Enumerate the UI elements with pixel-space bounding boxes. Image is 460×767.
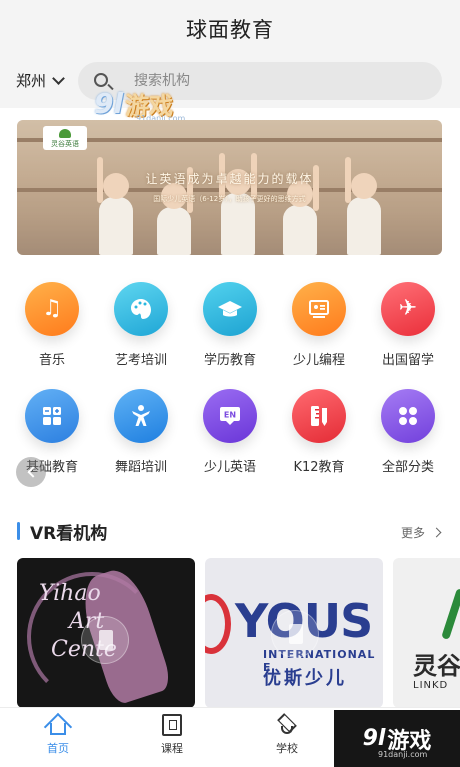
vr-card[interactable]: 灵谷 LINKD	[393, 558, 460, 708]
card-brand-cn: 优斯少儿	[263, 668, 347, 689]
home-icon	[43, 712, 73, 742]
category-circle	[114, 282, 168, 336]
presentation-icon	[309, 300, 329, 318]
vr-play-icon[interactable]	[81, 616, 129, 664]
category-dance[interactable]: 舞蹈培训	[101, 389, 181, 475]
tab-label: 首页	[47, 742, 69, 755]
category-label: K12教育	[293, 460, 345, 475]
category-circle	[114, 389, 168, 443]
category-kids-english[interactable]: EN 少儿英语	[190, 389, 270, 475]
watermark-logo-mark: 9l	[94, 87, 124, 120]
tab-courses[interactable]: 课程	[142, 714, 202, 756]
category-circle	[203, 282, 257, 336]
page-title: 球面教育	[186, 18, 274, 42]
category-circle	[292, 389, 346, 443]
category-circle	[292, 282, 346, 336]
school-cap-icon	[274, 713, 300, 736]
vr-card[interactable]: YOUS INTERNATIONAL E 优斯少儿	[205, 558, 383, 708]
category-kids-coding[interactable]: 少儿编程	[279, 282, 359, 368]
banner-headline: 让英语成为卓越能力的载体	[145, 172, 314, 186]
search-row: 郑州	[0, 58, 460, 108]
category-circle	[381, 389, 435, 443]
palette-icon	[131, 299, 151, 319]
category-academic[interactable]: 学历教育	[190, 282, 270, 368]
category-all[interactable]: 全部分类	[368, 389, 448, 475]
svg-text:EN: EN	[224, 411, 236, 420]
search-icon	[94, 73, 108, 87]
card-ring-graphic	[205, 594, 231, 654]
book-icon	[162, 714, 182, 736]
app-header: 球面教育	[0, 0, 460, 58]
airplane-icon: ✈	[398, 296, 418, 321]
section-title: VR看机构	[30, 524, 108, 544]
tab-label: 课程	[161, 742, 183, 755]
card-brand-line: Yihao	[39, 581, 101, 606]
chevron-right-icon	[431, 527, 442, 538]
card-brand-en: LINKD	[413, 680, 449, 691]
category-label: 出国留学	[381, 353, 434, 368]
category-label: 少儿英语	[203, 460, 256, 475]
category-label: 全部分类	[381, 460, 434, 475]
scroll-left-button[interactable]	[16, 457, 46, 487]
graduation-cap-icon	[218, 301, 242, 317]
category-label: 艺考培训	[114, 353, 167, 368]
category-circle	[25, 389, 79, 443]
promo-banner[interactable]: 灵谷英语 让英语成为卓越能力的载体 国际少儿英语（6-12岁），助孩子更好的思维…	[17, 120, 442, 255]
category-label: 学历教育	[203, 353, 256, 368]
en-book-icon: EN	[220, 407, 240, 425]
vr-play-icon[interactable]	[271, 610, 319, 658]
tab-home[interactable]: 首页	[28, 712, 88, 756]
category-label: 音乐	[38, 353, 65, 368]
ruler-pencil-icon	[311, 406, 327, 426]
watermark-logo-mark: 9l	[362, 726, 386, 751]
chevron-left-icon	[26, 466, 39, 478]
watermark-logo-bottom: 9l 游戏 91danji.com	[334, 710, 460, 767]
more-link[interactable]: 更多	[400, 524, 442, 541]
card-brand-cn: 灵谷	[413, 652, 460, 680]
category-label: 舞蹈培训	[114, 460, 167, 475]
section-accent-bar	[17, 522, 20, 540]
category-k12[interactable]: K12教育	[279, 389, 359, 475]
category-art-exam[interactable]: 艺考培训	[101, 282, 181, 368]
watermark-logo-top: 9l 游戏 91danji.com	[94, 86, 185, 123]
watermark-url: 91danji.com	[378, 750, 428, 759]
category-study-abroad[interactable]: ✈ 出国留学	[368, 282, 448, 368]
chevron-down-icon	[52, 72, 65, 85]
banner-subline: 国际少儿英语（6-12岁），助孩子更好的思维方式	[153, 195, 306, 203]
more-label: 更多	[400, 526, 425, 540]
dancer-icon	[132, 405, 150, 426]
vr-card-list: Yihao Art Cente YOUS INTERNATIONAL E 优斯少…	[17, 558, 460, 708]
search-input[interactable]	[134, 70, 424, 92]
grid-icon	[399, 407, 417, 425]
vr-card[interactable]: Yihao Art Cente	[17, 558, 195, 708]
tab-label: 学校	[276, 742, 298, 755]
category-circle: EN	[203, 389, 257, 443]
tab-schools[interactable]: 学校	[257, 713, 317, 756]
card-leaf-graphic	[441, 588, 460, 640]
category-circle: ✈	[381, 282, 435, 336]
calculator-icon	[43, 407, 61, 425]
city-selector[interactable]: 郑州	[16, 70, 65, 91]
vr-section-header: VR看机构 更多	[0, 516, 460, 546]
category-music[interactable]: ♫ 音乐	[12, 282, 92, 368]
category-label: 少儿编程	[292, 353, 345, 368]
city-label: 郑州	[16, 72, 47, 90]
banner-logo: 灵谷英语	[43, 126, 87, 150]
category-circle: ♫	[25, 282, 79, 336]
music-note-icon: ♫	[42, 296, 62, 321]
